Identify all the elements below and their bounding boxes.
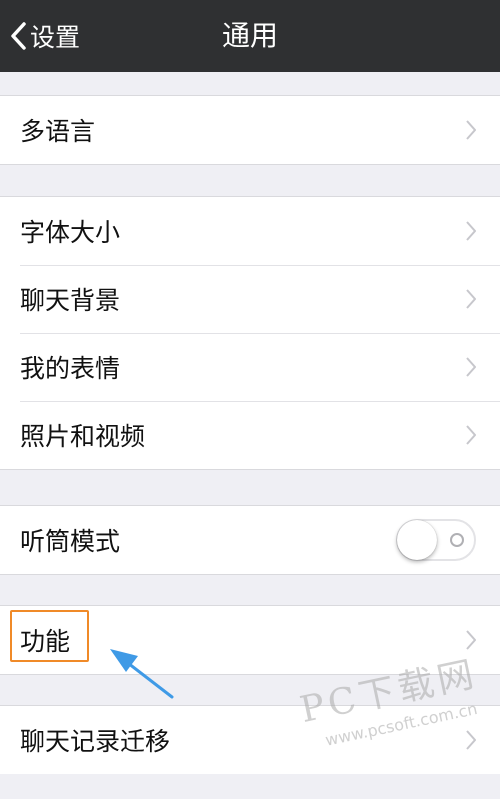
list-item-earpiece-mode: 听筒模式	[0, 506, 500, 574]
list-item-photos-videos[interactable]: 照片和视频	[0, 401, 500, 469]
row-label: 字体大小	[20, 218, 121, 247]
section-earpiece: 听筒模式	[0, 505, 500, 575]
section-migration: 聊天记录迁移	[0, 705, 500, 774]
row-label: 我的表情	[20, 354, 121, 383]
earpiece-mode-toggle[interactable]	[396, 519, 476, 561]
chevron-right-icon	[466, 221, 476, 241]
navigation-bar: 设置 通用	[0, 0, 500, 72]
chevron-right-icon	[466, 730, 476, 750]
row-label: 聊天记录迁移	[20, 727, 171, 756]
row-label: 多语言	[20, 117, 96, 146]
chevron-right-icon	[466, 289, 476, 309]
page-title: 通用	[221, 19, 278, 52]
chevron-right-icon	[466, 357, 476, 377]
chevron-right-icon	[466, 630, 476, 650]
row-label: 听筒模式	[20, 527, 121, 556]
highlight-box	[10, 610, 89, 662]
list-item-chat-background[interactable]: 聊天背景	[0, 265, 500, 333]
toggle-off-indicator-icon	[450, 533, 464, 547]
section-language: 多语言	[0, 95, 500, 165]
chevron-right-icon	[466, 120, 476, 140]
section-display: 字体大小 聊天背景 我的表情 照片和视频	[0, 196, 500, 470]
chevron-right-icon	[466, 425, 476, 445]
row-label: 聊天背景	[20, 286, 121, 315]
row-label: 照片和视频	[20, 422, 146, 451]
list-item-my-stickers[interactable]: 我的表情	[0, 333, 500, 401]
toggle-knob	[397, 520, 437, 560]
list-item-chat-migration[interactable]: 聊天记录迁移	[0, 706, 500, 774]
list-item-language[interactable]: 多语言	[0, 96, 500, 164]
list-item-font-size[interactable]: 字体大小	[0, 197, 500, 265]
